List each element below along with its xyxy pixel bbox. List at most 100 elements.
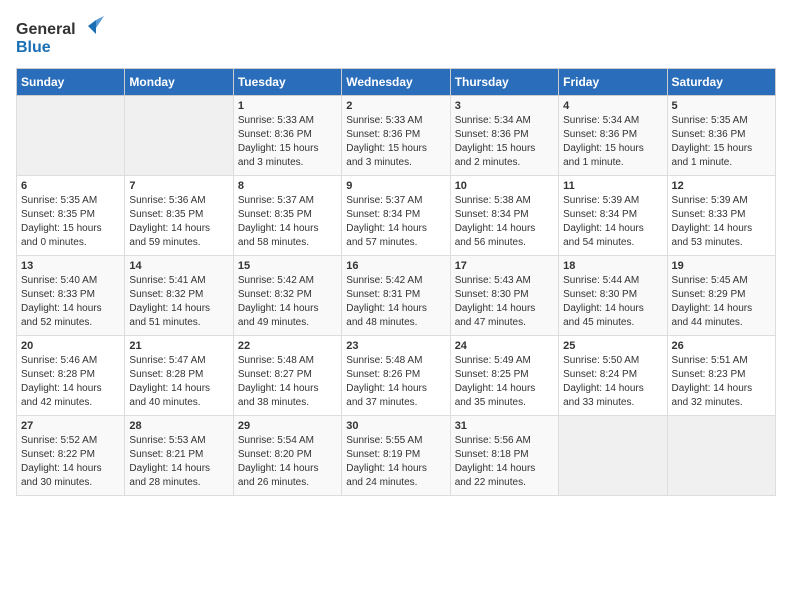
day-number: 28 bbox=[129, 420, 228, 432]
day-detail: Sunrise: 5:33 AM Sunset: 8:36 PM Dayligh… bbox=[238, 114, 337, 170]
calendar-cell: 23 Sunrise: 5:48 AM Sunset: 8:26 PM Dayli… bbox=[342, 336, 450, 416]
day-detail: Sunrise: 5:43 AM Sunset: 8:30 PM Dayligh… bbox=[455, 274, 554, 330]
calendar-cell: 19 Sunrise: 5:45 AM Sunset: 8:29 PM Dayli… bbox=[667, 256, 775, 336]
day-number: 6 bbox=[21, 180, 120, 192]
day-number: 26 bbox=[672, 340, 771, 352]
header-monday: Monday bbox=[125, 69, 233, 96]
calendar-cell bbox=[559, 416, 667, 496]
day-detail: Sunrise: 5:34 AM Sunset: 8:36 PM Dayligh… bbox=[455, 114, 554, 170]
day-detail: Sunrise: 5:39 AM Sunset: 8:34 PM Dayligh… bbox=[563, 194, 662, 250]
day-number: 18 bbox=[563, 260, 662, 272]
day-detail: Sunrise: 5:42 AM Sunset: 8:31 PM Dayligh… bbox=[346, 274, 445, 330]
header-saturday: Saturday bbox=[667, 69, 775, 96]
day-number: 23 bbox=[346, 340, 445, 352]
day-detail: Sunrise: 5:52 AM Sunset: 8:22 PM Dayligh… bbox=[21, 434, 120, 490]
calendar-cell: 10Sunrise: 5:38 AM Sunset: 8:34 PM Dayli… bbox=[450, 176, 558, 256]
header-wednesday: Wednesday bbox=[342, 69, 450, 96]
day-detail: Sunrise: 5:45 AM Sunset: 8:29 PM Dayligh… bbox=[672, 274, 771, 330]
svg-text:General: General bbox=[16, 21, 76, 38]
calendar-week-4: 20 Sunrise: 5:46 AM Sunset: 8:28 PM Dayli… bbox=[17, 336, 776, 416]
day-number: 11 bbox=[563, 180, 662, 192]
calendar-week-2: 6 Sunrise: 5:35 AM Sunset: 8:35 PM Daylig… bbox=[17, 176, 776, 256]
day-detail: Sunrise: 5:49 AM Sunset: 8:25 PM Dayligh… bbox=[455, 354, 554, 410]
calendar-cell bbox=[17, 96, 125, 176]
header-tuesday: Tuesday bbox=[233, 69, 341, 96]
day-detail: Sunrise: 5:40 AM Sunset: 8:33 PM Dayligh… bbox=[21, 274, 120, 330]
day-detail: Sunrise: 5:46 AM Sunset: 8:28 PM Dayligh… bbox=[21, 354, 120, 410]
calendar-cell: 2 Sunrise: 5:33 AM Sunset: 8:36 PM Daylig… bbox=[342, 96, 450, 176]
day-number: 19 bbox=[672, 260, 771, 272]
calendar-cell: 12 Sunrise: 5:39 AM Sunset: 8:33 PM Dayli… bbox=[667, 176, 775, 256]
header-sunday: Sunday bbox=[17, 69, 125, 96]
day-detail: Sunrise: 5:50 AM Sunset: 8:24 PM Dayligh… bbox=[563, 354, 662, 410]
day-detail: Sunrise: 5:33 AM Sunset: 8:36 PM Dayligh… bbox=[346, 114, 445, 170]
day-number: 17 bbox=[455, 260, 554, 272]
calendar-cell: 31 Sunrise: 5:56 AM Sunset: 8:18 PM Dayli… bbox=[450, 416, 558, 496]
day-number: 31 bbox=[455, 420, 554, 432]
calendar-cell: 26 Sunrise: 5:51 AM Sunset: 8:23 PM Dayli… bbox=[667, 336, 775, 416]
day-number: 8 bbox=[238, 180, 337, 192]
calendar-header-row: SundayMondayTuesdayWednesdayThursdayFrid… bbox=[17, 69, 776, 96]
calendar-week-1: 1 Sunrise: 5:33 AM Sunset: 8:36 PM Daylig… bbox=[17, 96, 776, 176]
calendar-cell: 30 Sunrise: 5:55 AM Sunset: 8:19 PM Dayli… bbox=[342, 416, 450, 496]
day-detail: Sunrise: 5:44 AM Sunset: 8:30 PM Dayligh… bbox=[563, 274, 662, 330]
calendar-week-5: 27 Sunrise: 5:52 AM Sunset: 8:22 PM Dayli… bbox=[17, 416, 776, 496]
calendar-cell: 21 Sunrise: 5:47 AM Sunset: 8:28 PM Dayli… bbox=[125, 336, 233, 416]
day-number: 12 bbox=[672, 180, 771, 192]
day-detail: Sunrise: 5:47 AM Sunset: 8:28 PM Dayligh… bbox=[129, 354, 228, 410]
day-number: 16 bbox=[346, 260, 445, 272]
day-number: 29 bbox=[238, 420, 337, 432]
calendar-table: SundayMondayTuesdayWednesdayThursdayFrid… bbox=[16, 68, 776, 496]
calendar-cell bbox=[667, 416, 775, 496]
day-detail: Sunrise: 5:51 AM Sunset: 8:23 PM Dayligh… bbox=[672, 354, 771, 410]
calendar-week-3: 13 Sunrise: 5:40 AM Sunset: 8:33 PM Dayli… bbox=[17, 256, 776, 336]
day-detail: Sunrise: 5:35 AM Sunset: 8:36 PM Dayligh… bbox=[672, 114, 771, 170]
calendar-cell: 16 Sunrise: 5:42 AM Sunset: 8:31 PM Dayli… bbox=[342, 256, 450, 336]
calendar-cell: 18 Sunrise: 5:44 AM Sunset: 8:30 PM Dayli… bbox=[559, 256, 667, 336]
day-number: 5 bbox=[672, 100, 771, 112]
calendar-cell: 15Sunrise: 5:42 AM Sunset: 8:32 PM Dayli… bbox=[233, 256, 341, 336]
logo-svg: GeneralBlue bbox=[16, 16, 106, 56]
day-detail: Sunrise: 5:36 AM Sunset: 8:35 PM Dayligh… bbox=[129, 194, 228, 250]
day-number: 30 bbox=[346, 420, 445, 432]
day-number: 25 bbox=[563, 340, 662, 352]
calendar-cell: 17 Sunrise: 5:43 AM Sunset: 8:30 PM Dayli… bbox=[450, 256, 558, 336]
day-detail: Sunrise: 5:55 AM Sunset: 8:19 PM Dayligh… bbox=[346, 434, 445, 490]
day-detail: Sunrise: 5:34 AM Sunset: 8:36 PM Dayligh… bbox=[563, 114, 662, 170]
day-number: 20 bbox=[21, 340, 120, 352]
day-detail: Sunrise: 5:41 AM Sunset: 8:32 PM Dayligh… bbox=[129, 274, 228, 330]
day-number: 21 bbox=[129, 340, 228, 352]
day-detail: Sunrise: 5:37 AM Sunset: 8:34 PM Dayligh… bbox=[346, 194, 445, 250]
day-detail: Sunrise: 5:53 AM Sunset: 8:21 PM Dayligh… bbox=[129, 434, 228, 490]
header-friday: Friday bbox=[559, 69, 667, 96]
calendar-cell: 7 Sunrise: 5:36 AM Sunset: 8:35 PM Daylig… bbox=[125, 176, 233, 256]
calendar-cell: 24 Sunrise: 5:49 AM Sunset: 8:25 PM Dayli… bbox=[450, 336, 558, 416]
day-detail: Sunrise: 5:54 AM Sunset: 8:20 PM Dayligh… bbox=[238, 434, 337, 490]
calendar-cell: 4 Sunrise: 5:34 AM Sunset: 8:36 PM Daylig… bbox=[559, 96, 667, 176]
day-number: 2 bbox=[346, 100, 445, 112]
calendar-cell: 14Sunrise: 5:41 AM Sunset: 8:32 PM Dayli… bbox=[125, 256, 233, 336]
day-detail: Sunrise: 5:39 AM Sunset: 8:33 PM Dayligh… bbox=[672, 194, 771, 250]
logo: GeneralBlue bbox=[16, 16, 106, 56]
day-detail: Sunrise: 5:56 AM Sunset: 8:18 PM Dayligh… bbox=[455, 434, 554, 490]
day-number: 4 bbox=[563, 100, 662, 112]
calendar-cell: 6 Sunrise: 5:35 AM Sunset: 8:35 PM Daylig… bbox=[17, 176, 125, 256]
day-number: 27 bbox=[21, 420, 120, 432]
day-number: 13 bbox=[21, 260, 120, 272]
calendar-cell: 25 Sunrise: 5:50 AM Sunset: 8:24 PM Dayli… bbox=[559, 336, 667, 416]
calendar-cell: 13 Sunrise: 5:40 AM Sunset: 8:33 PM Dayli… bbox=[17, 256, 125, 336]
day-detail: Sunrise: 5:48 AM Sunset: 8:26 PM Dayligh… bbox=[346, 354, 445, 410]
calendar-cell: 3Sunrise: 5:34 AM Sunset: 8:36 PM Daylig… bbox=[450, 96, 558, 176]
calendar-cell: 28 Sunrise: 5:53 AM Sunset: 8:21 PM Dayli… bbox=[125, 416, 233, 496]
day-number: 24 bbox=[455, 340, 554, 352]
day-detail: Sunrise: 5:35 AM Sunset: 8:35 PM Dayligh… bbox=[21, 194, 120, 250]
day-number: 7 bbox=[129, 180, 228, 192]
calendar-cell: 11 Sunrise: 5:39 AM Sunset: 8:34 PM Dayli… bbox=[559, 176, 667, 256]
calendar-cell: 5 Sunrise: 5:35 AM Sunset: 8:36 PM Daylig… bbox=[667, 96, 775, 176]
day-number: 9 bbox=[346, 180, 445, 192]
calendar-cell bbox=[125, 96, 233, 176]
day-number: 1 bbox=[238, 100, 337, 112]
header-thursday: Thursday bbox=[450, 69, 558, 96]
day-detail: Sunrise: 5:48 AM Sunset: 8:27 PM Dayligh… bbox=[238, 354, 337, 410]
svg-text:Blue: Blue bbox=[16, 39, 51, 56]
